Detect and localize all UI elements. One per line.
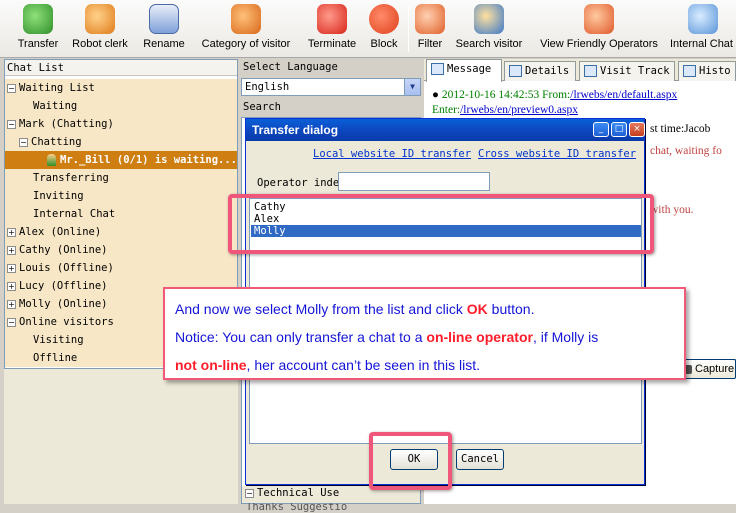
callout-line: Notice: You can only transfer a chat to … xyxy=(175,329,599,345)
tree-node-alex[interactable]: + Alex (Online) xyxy=(5,223,237,241)
tree-node-mark[interactable]: − Mark (Chatting) xyxy=(5,115,237,133)
main-toolbar: Transfer Robot clerk Rename Category of … xyxy=(0,0,736,58)
dialog-title: Transfer dialog xyxy=(246,119,644,141)
enter-url-link[interactable]: /lrwebs/en/preview0.aspx xyxy=(460,104,578,116)
instruction-callout: And now we select Molly from the list an… xyxy=(163,287,686,380)
from-url-link[interactable]: /lrwebs/en/default.aspx xyxy=(570,89,677,101)
collapse-toggle-icon[interactable]: − xyxy=(7,317,16,327)
friendly-operators-icon xyxy=(584,4,614,34)
category-icon xyxy=(231,4,261,34)
collapse-toggle-icon[interactable]: − xyxy=(7,83,16,93)
terminate-button[interactable]: Terminate xyxy=(304,4,360,56)
tab-details[interactable]: Details xyxy=(504,61,576,81)
tree-node-transferring[interactable]: Transferring xyxy=(5,169,237,187)
transfer-button[interactable]: Transfer xyxy=(14,4,62,56)
tree-node-louis[interactable]: + Louis (Offline) xyxy=(5,259,237,277)
cross-website-transfer-link[interactable]: Cross website ID transfer xyxy=(478,148,636,160)
internal-chat-button[interactable]: Internal Chat xyxy=(670,4,736,56)
minimize-icon[interactable]: _ xyxy=(593,122,609,137)
callout-line: And now we select Molly from the list an… xyxy=(175,301,535,317)
tree-node-inviting[interactable]: Inviting xyxy=(5,187,237,205)
tab-message[interactable]: Message xyxy=(426,59,502,82)
maximize-icon[interactable]: □ xyxy=(611,122,627,137)
message-fragment: with you. xyxy=(650,204,694,216)
expand-toggle-icon[interactable]: + xyxy=(7,245,16,255)
toolbar-separator xyxy=(408,6,409,52)
list-highlight-box xyxy=(228,194,654,254)
terminate-icon xyxy=(317,4,347,34)
view-friendly-operators-button[interactable]: View Friendly Operators xyxy=(534,4,664,56)
enter-line: Enter:/lrwebs/en/preview0.aspx xyxy=(432,104,578,116)
local-website-transfer-link[interactable]: Local website ID transfer xyxy=(313,148,471,160)
search-label: Search xyxy=(243,101,281,113)
collapse-toggle-icon[interactable]: − xyxy=(19,137,28,147)
cancel-button[interactable]: Cancel xyxy=(456,449,504,470)
chat-session-mr-bill[interactable]: Mr._Bill (0/1) is waiting... xyxy=(5,151,237,169)
callout-line: not on-line, her account can’t be seen i… xyxy=(175,357,481,373)
expand-toggle-icon[interactable]: + xyxy=(7,281,16,291)
visitor-icon xyxy=(47,154,56,166)
search-visitor-icon xyxy=(474,4,504,34)
tree-node-waiting-list[interactable]: − Waiting List xyxy=(5,79,237,97)
collapse-toggle-icon[interactable]: − xyxy=(7,119,16,129)
language-select[interactable]: English ▼ xyxy=(241,78,421,96)
ok-highlight-box xyxy=(369,432,452,490)
select-language-label: Select Language xyxy=(243,61,338,73)
filter-button[interactable]: Filter xyxy=(413,4,447,56)
block-icon xyxy=(369,4,399,34)
block-button[interactable]: Block xyxy=(366,4,402,56)
expand-toggle-icon[interactable]: + xyxy=(7,263,16,273)
tab-bar: Message Details Visit Track Histo xyxy=(424,59,736,82)
message-fragment: st time:Jacob xyxy=(650,123,711,135)
search-visitor-button[interactable]: Search visitor xyxy=(452,4,526,56)
message-fragment: chat, waiting fo xyxy=(650,145,722,157)
expand-toggle-icon[interactable]: − xyxy=(245,488,254,498)
rename-button[interactable]: Rename xyxy=(140,4,188,56)
robot-clerk-button[interactable]: Robot clerk xyxy=(68,4,132,56)
close-icon[interactable]: × xyxy=(629,122,645,137)
internal-chat-icon xyxy=(688,4,718,34)
tree-node-internal-chat[interactable]: Internal Chat xyxy=(5,205,237,223)
transfer-icon xyxy=(23,4,53,34)
history-icon xyxy=(683,65,696,77)
visit-track-icon xyxy=(584,65,597,77)
tab-visit-track[interactable]: Visit Track xyxy=(579,61,675,81)
tree-node-chatting[interactable]: − Chatting xyxy=(5,133,237,151)
filter-icon xyxy=(415,4,445,34)
chat-list-footer xyxy=(4,369,238,504)
operator-index-label: Operator index xyxy=(257,177,346,189)
tree-node-cathy[interactable]: + Cathy (Online) xyxy=(5,241,237,259)
message-header: ● 2012-10-16 14:42:53 From:/lrwebs/en/de… xyxy=(432,89,678,101)
bullet-icon: ● xyxy=(432,89,439,101)
expand-toggle-icon[interactable]: + xyxy=(7,227,16,237)
tree-node-waiting[interactable]: Waiting xyxy=(5,97,237,115)
tab-history[interactable]: Histo xyxy=(678,61,736,81)
expand-toggle-icon[interactable]: + xyxy=(7,299,16,309)
rename-icon xyxy=(149,4,179,34)
category-button[interactable]: Category of visitor xyxy=(195,4,297,56)
details-icon xyxy=(509,65,522,77)
chevron-down-icon[interactable]: ▼ xyxy=(404,79,420,95)
robot-icon xyxy=(85,4,115,34)
message-icon xyxy=(431,63,444,75)
operator-index-input[interactable] xyxy=(338,172,490,191)
chat-list-title: Chat List xyxy=(5,60,237,76)
